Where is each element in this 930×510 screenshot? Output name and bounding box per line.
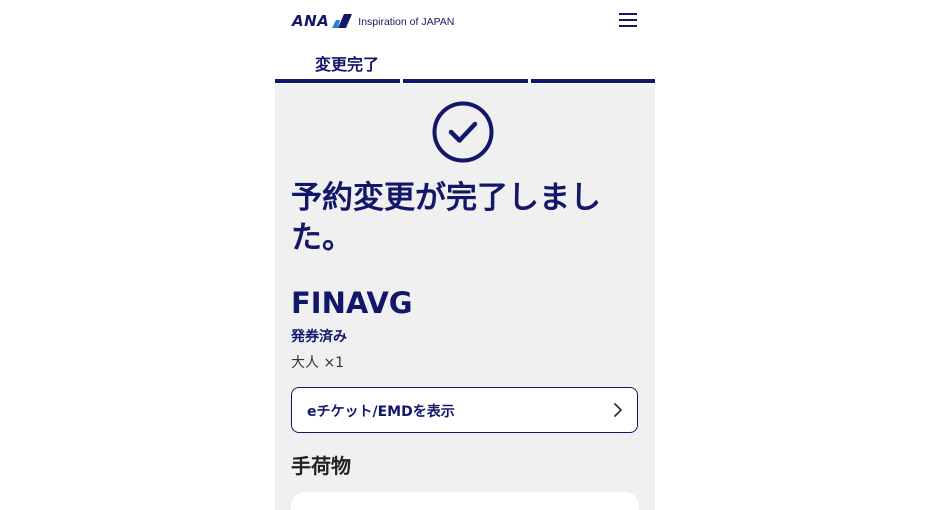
baggage-section-title: 手荷物 xyxy=(291,454,351,478)
ticket-status: 発券済み xyxy=(291,329,347,345)
passenger-count: 大人 ×1 xyxy=(291,355,345,371)
site-header: ANA Inspiration of JAPAN xyxy=(275,0,655,40)
check-circle-icon xyxy=(432,101,494,163)
step-segment-3 xyxy=(531,79,655,83)
logo-text: ANA xyxy=(292,12,330,30)
progress-steps: 変更完了 xyxy=(275,40,655,84)
view-eticket-button[interactable]: eチケット/EMDを表示 xyxy=(291,387,638,433)
current-step-label: 変更完了 xyxy=(315,55,380,74)
booking-reference: FINAVG xyxy=(291,286,413,320)
step-segment-2 xyxy=(403,79,528,83)
mobile-page: ANA Inspiration of JAPAN 変更完了 予約変更が完了しまし… xyxy=(275,0,655,510)
logo-tagline: Inspiration of JAPAN xyxy=(358,16,455,28)
chevron-right-icon xyxy=(614,403,622,417)
step-segment-1 xyxy=(275,79,400,83)
completion-headline: 予約変更が完了しました。 xyxy=(291,180,601,256)
ana-wing-mark xyxy=(332,14,353,28)
hamburger-menu-icon[interactable] xyxy=(619,13,637,27)
ana-logo[interactable]: ANA Inspiration of JAPAN xyxy=(292,12,454,30)
baggage-card xyxy=(291,492,639,510)
view-eticket-label: eチケット/EMDを表示 xyxy=(307,404,455,420)
